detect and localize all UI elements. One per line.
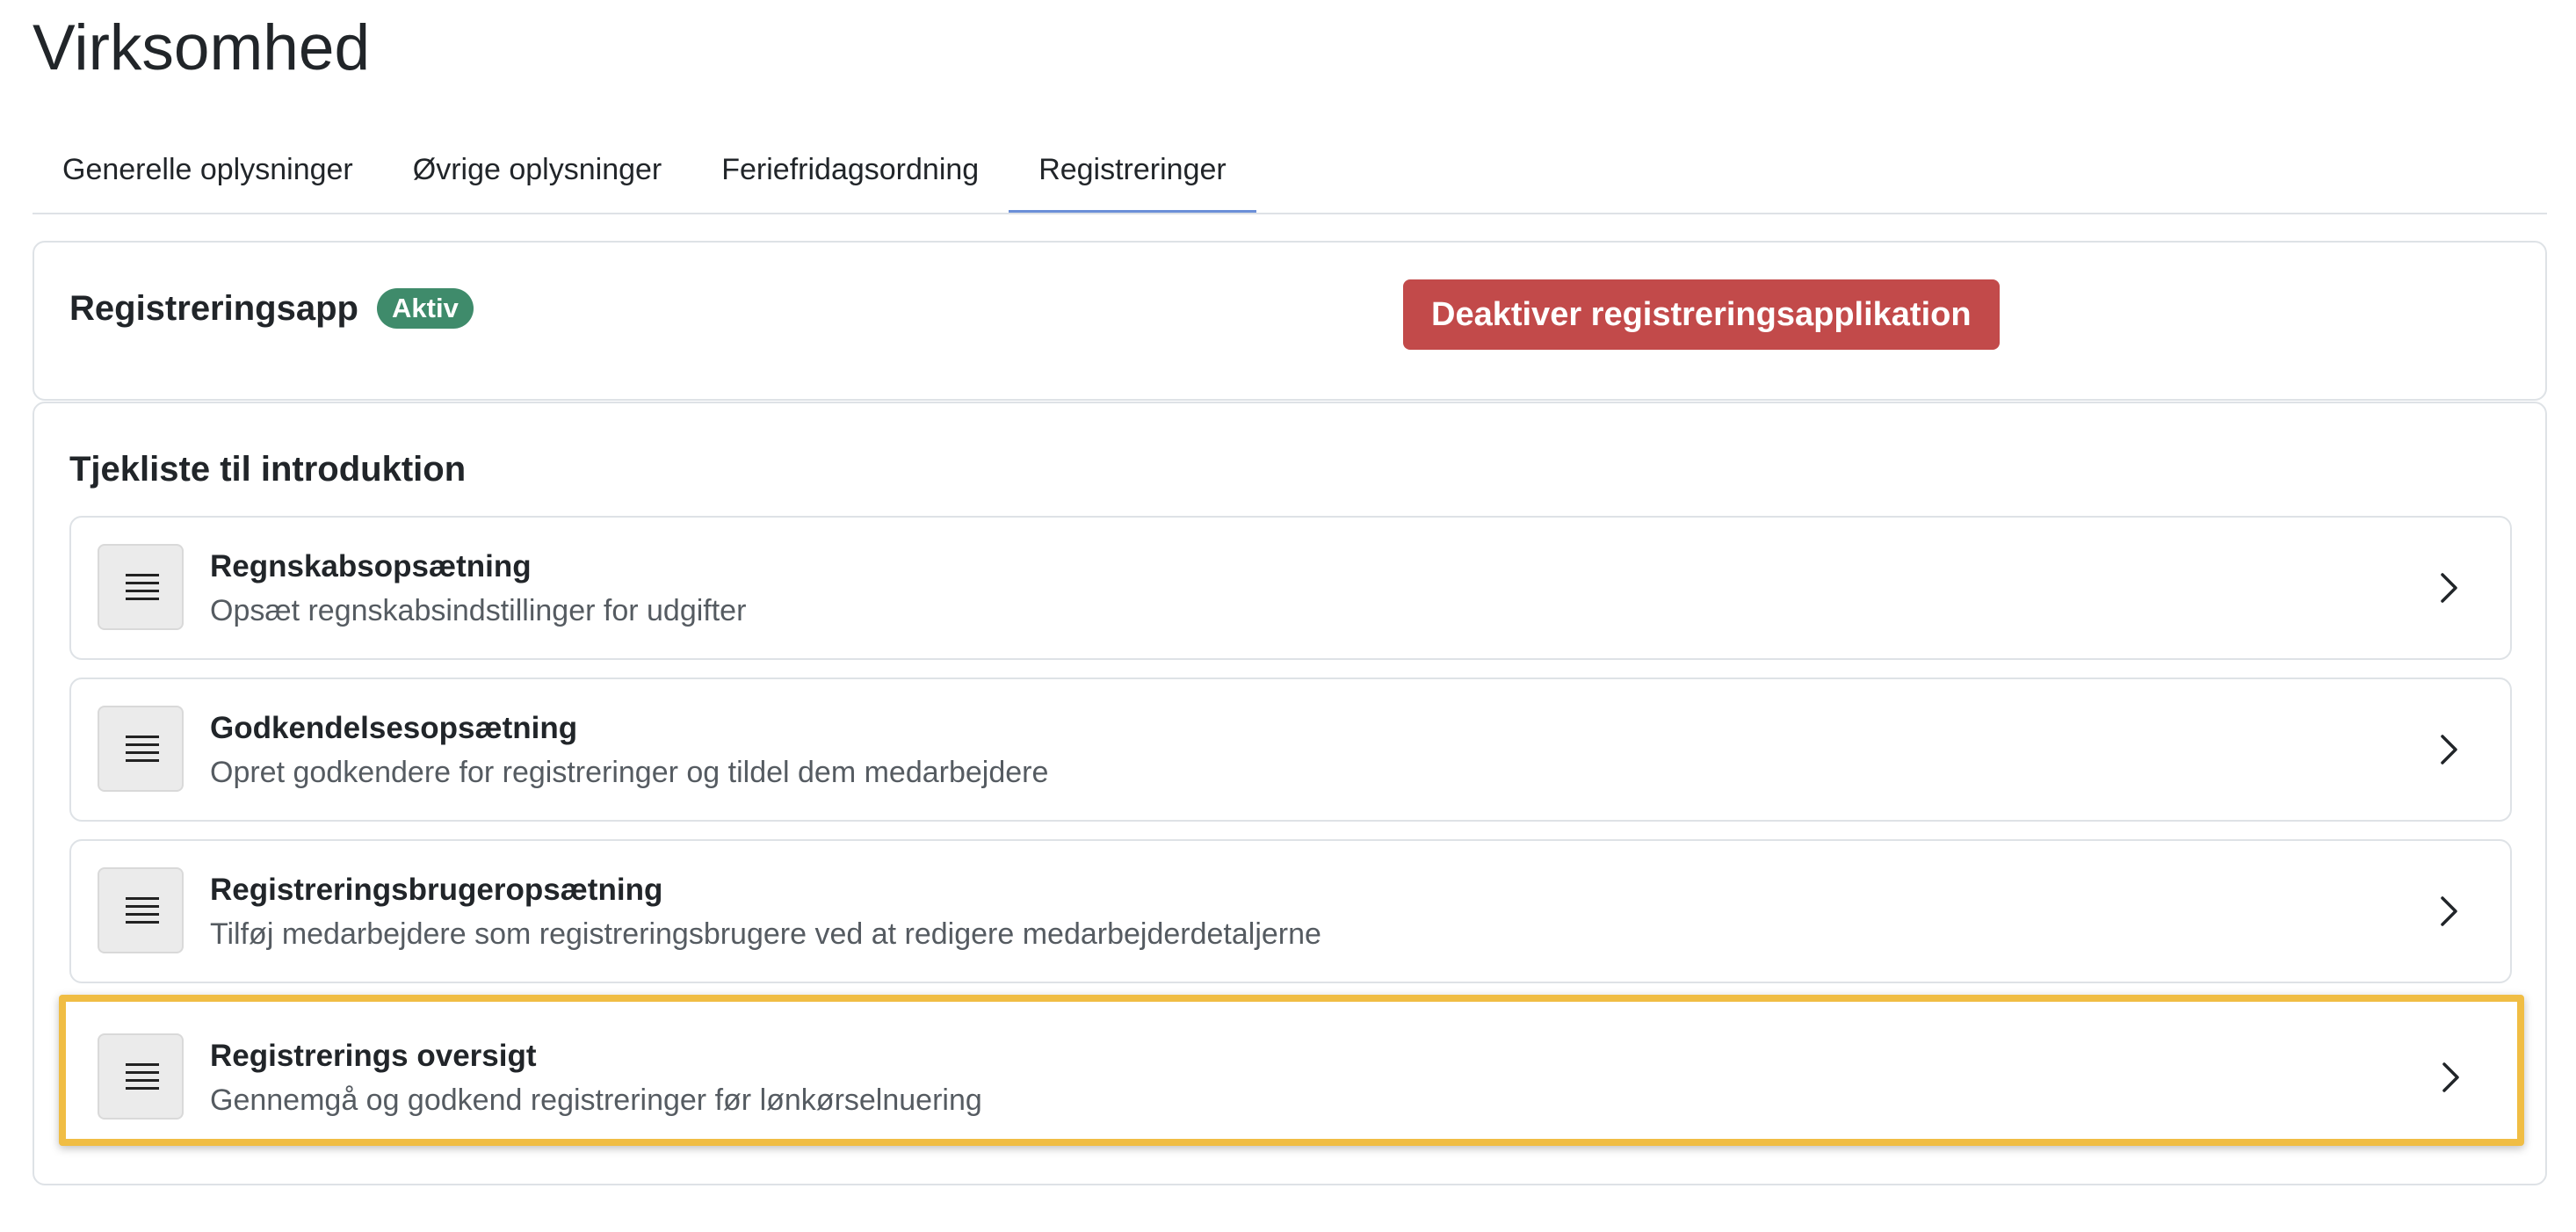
- intro-checklist-card: Tjekliste til introduktion Regnskabsopsæ…: [33, 402, 2547, 1185]
- app-title: Registreringsapp: [69, 289, 358, 328]
- tab-feriefridagsordning[interactable]: Feriefridagsordning: [691, 132, 1009, 211]
- list-icon: [98, 544, 184, 630]
- chevron-right-icon: [2441, 896, 2457, 926]
- checklist-item-title: Godkendelsesopsætning: [210, 711, 578, 745]
- list-icon: [98, 867, 184, 953]
- chevron-right-icon: [2442, 1062, 2459, 1092]
- list-icon: [98, 706, 184, 792]
- chevron-right-icon: [2441, 735, 2457, 765]
- page-title: Virksomhed: [33, 12, 371, 83]
- checklist-item-title: Registreringsbrugeropsætning: [210, 873, 663, 907]
- deactivate-app-button[interactable]: Deaktiver registreringsapplikation: [1403, 279, 2000, 350]
- checklist-item-subtitle: Tilføj medarbejdere som registreringsbru…: [210, 917, 1321, 951]
- tab-registreringer[interactable]: Registreringer: [1009, 132, 1256, 213]
- tab-bar: Generelle oplysninger Øvrige oplysninger…: [33, 132, 2547, 214]
- page: Virksomhed Generelle oplysninger Øvrige …: [0, 0, 2576, 1232]
- registration-app-card: Registreringsapp Aktiv Deaktiver registr…: [33, 241, 2547, 401]
- chevron-right-icon: [2441, 573, 2457, 603]
- checklist-item-registrerings-oversigt[interactable]: Registrerings oversigt Gennemgå og godke…: [59, 995, 2524, 1146]
- checklist-item-registreringsbrugeropsaetning[interactable]: Registreringsbrugeropsætning Tilføj meda…: [69, 839, 2512, 983]
- checklist-item-regnskabsopsaetning[interactable]: Regnskabsopsætning Opsæt regnskabsindsti…: [69, 516, 2512, 660]
- checklist-item-title: Registrerings oversigt: [210, 1039, 537, 1073]
- checklist-item-subtitle: Opret godkendere for registreringer og t…: [210, 756, 1049, 789]
- list-icon: [98, 1033, 184, 1120]
- tab-generelle-oplysninger[interactable]: Generelle oplysninger: [33, 132, 383, 211]
- checklist-item-godkendelsesopsaetning[interactable]: Godkendelsesopsætning Opret godkendere f…: [69, 678, 2512, 822]
- status-badge: Aktiv: [377, 288, 474, 329]
- tab-oevrige-oplysninger[interactable]: Øvrige oplysninger: [383, 132, 691, 211]
- checklist-item-subtitle: Gennemgå og godkend registreringer før l…: [210, 1083, 982, 1117]
- checklist-item-title: Regnskabsopsætning: [210, 549, 532, 583]
- checklist-item-subtitle: Opsæt regnskabsindstillinger for udgifte…: [210, 594, 747, 627]
- checklist-title: Tjekliste til introduktion: [69, 450, 467, 489]
